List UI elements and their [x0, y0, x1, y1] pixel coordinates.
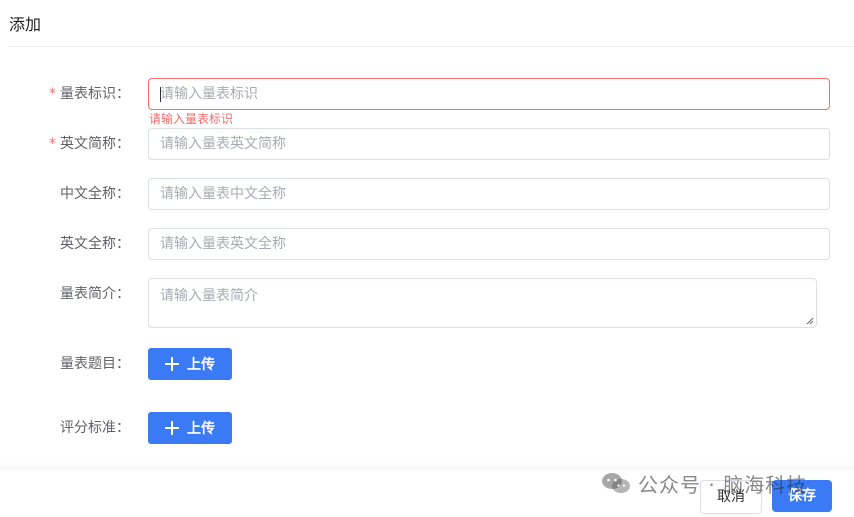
required-asterisk: *	[49, 86, 56, 102]
scoring-upload-button[interactable]: 上传	[148, 412, 232, 444]
intro-textarea[interactable]: 请输入量表简介	[148, 278, 817, 328]
en-abbr-placeholder: 请输入量表英文简称	[160, 136, 286, 152]
dialog-footer: 取消 保存	[0, 470, 854, 517]
cn-full-placeholder: 请输入量表中文全称	[160, 186, 286, 202]
questions-label: 量表题目：	[60, 356, 130, 372]
scale-id-placeholder: 请输入量表标识	[160, 86, 258, 102]
scale-id-error-message: 请输入量表标识	[149, 112, 234, 126]
scale-id-input[interactable]: 请输入量表标识	[148, 78, 830, 110]
intro-label: 量表简介：	[60, 286, 130, 302]
en-full-label: 英文全称：	[60, 236, 130, 252]
save-button[interactable]: 保存	[772, 480, 832, 512]
cn-full-label: 中文全称：	[60, 186, 130, 202]
en-abbr-label: * 英文简称：	[49, 136, 130, 152]
dialog-title: 添加	[9, 15, 42, 34]
intro-placeholder: 请输入量表简介	[160, 288, 258, 304]
upload-button-label: 上传	[187, 357, 215, 373]
cancel-button[interactable]: 取消	[700, 480, 762, 514]
en-abbr-input[interactable]: 请输入量表英文简称	[148, 128, 830, 160]
scale-id-label: * 量表标识：	[49, 86, 130, 102]
cn-full-input[interactable]: 请输入量表中文全称	[148, 178, 830, 210]
resize-handle-icon[interactable]	[806, 317, 814, 325]
scoring-label: 评分标准：	[60, 420, 130, 436]
upload-button-label: 上传	[187, 421, 215, 437]
en-full-input[interactable]: 请输入量表英文全称	[148, 228, 830, 260]
plus-icon	[165, 421, 179, 435]
required-asterisk: *	[49, 136, 56, 152]
text-caret	[160, 87, 161, 102]
title-divider	[8, 46, 854, 47]
plus-icon	[165, 357, 179, 371]
questions-upload-button[interactable]: 上传	[148, 348, 232, 380]
en-full-placeholder: 请输入量表英文全称	[160, 236, 286, 252]
